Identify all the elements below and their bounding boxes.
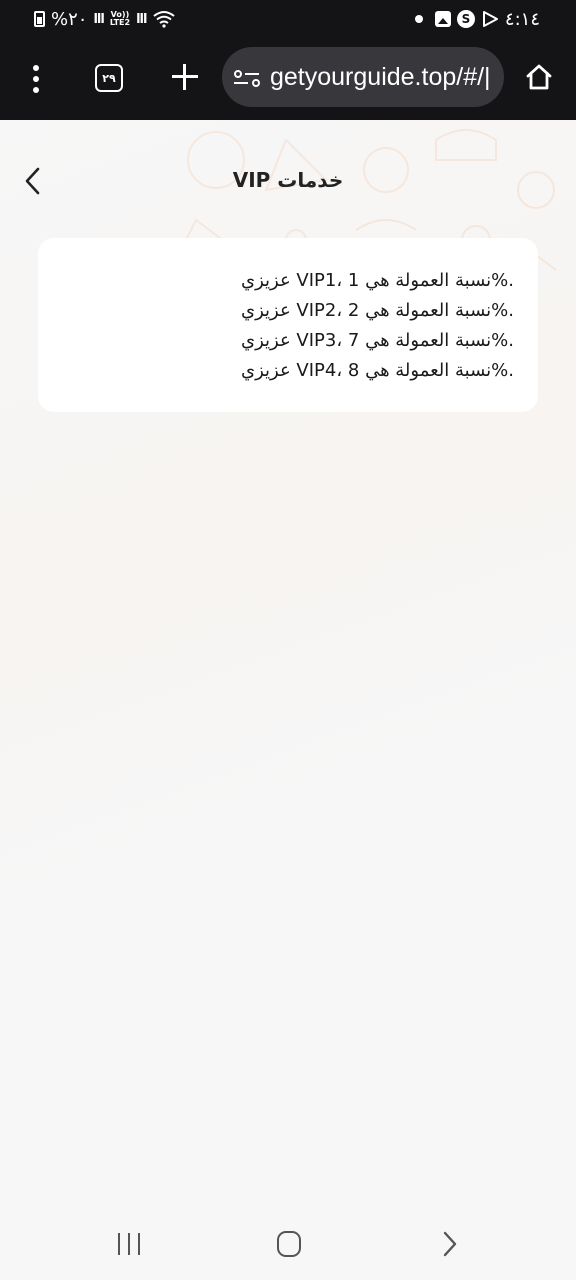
vip3-line: .%نسبة العمولة هي 7 ،VIP3 عزيزي <box>240 330 514 351</box>
browser-toolbar: ٢٩ getyourguide.top/#/| <box>0 38 576 120</box>
s-app-icon: S <box>456 10 475 28</box>
home-icon <box>526 64 552 90</box>
status-bar: %٢٠ lll Vo)) LTE2 lll S ٤:١٤ <box>0 0 576 38</box>
vip-info-card: .%نسبة العمولة هي 1 ،VIP1 عزيزي .%نسبة ا… <box>38 238 538 412</box>
new-tab-button[interactable] <box>170 62 200 92</box>
vip1-line: .%نسبة العمولة هي 1 ،VIP1 عزيزي <box>240 270 514 291</box>
wifi-icon <box>153 11 176 28</box>
status-right: S ٤:١٤ <box>414 8 540 30</box>
address-bar[interactable]: getyourguide.top/#/| <box>222 47 504 107</box>
home-button[interactable] <box>524 62 554 92</box>
play-store-icon <box>482 11 498 27</box>
vip4-line: .%نسبة العمولة هي 8 ،VIP4 عزيزي <box>240 360 514 381</box>
page-content: خدمات VIP .%نسبة العمولة هي 1 ،VIP1 عزيز… <box>0 120 576 1206</box>
volte-icon: Vo)) LTE2 <box>110 11 130 27</box>
tune-icon[interactable] <box>234 66 260 88</box>
clock: ٤:١٤ <box>504 8 540 30</box>
nav-home-icon[interactable] <box>277 1231 301 1257</box>
vip2-line: .%نسبة العمولة هي 2 ،VIP2 عزيزي <box>240 300 514 321</box>
tabs-button[interactable]: ٢٩ <box>95 64 123 92</box>
page-title: خدمات VIP <box>232 168 344 192</box>
notification-dot-icon <box>414 15 423 23</box>
tab-count: ٢٩ <box>102 71 116 85</box>
volte-bottom: LTE2 <box>109 18 131 27</box>
battery-percent: %٢٠ <box>51 8 88 30</box>
battery-icon <box>34 11 45 27</box>
recents-icon[interactable] <box>118 1233 140 1255</box>
url-text: getyourguide.top/#/| <box>270 62 491 91</box>
system-nav-bar <box>0 1206 576 1280</box>
more-vertical-icon[interactable] <box>30 65 42 93</box>
signal-icon: lll <box>93 11 104 27</box>
signal-2-icon: lll <box>136 11 147 27</box>
gallery-icon <box>434 11 451 27</box>
status-left: %٢٠ lll Vo)) LTE2 lll <box>34 9 176 30</box>
nav-back-icon[interactable] <box>440 1230 460 1258</box>
